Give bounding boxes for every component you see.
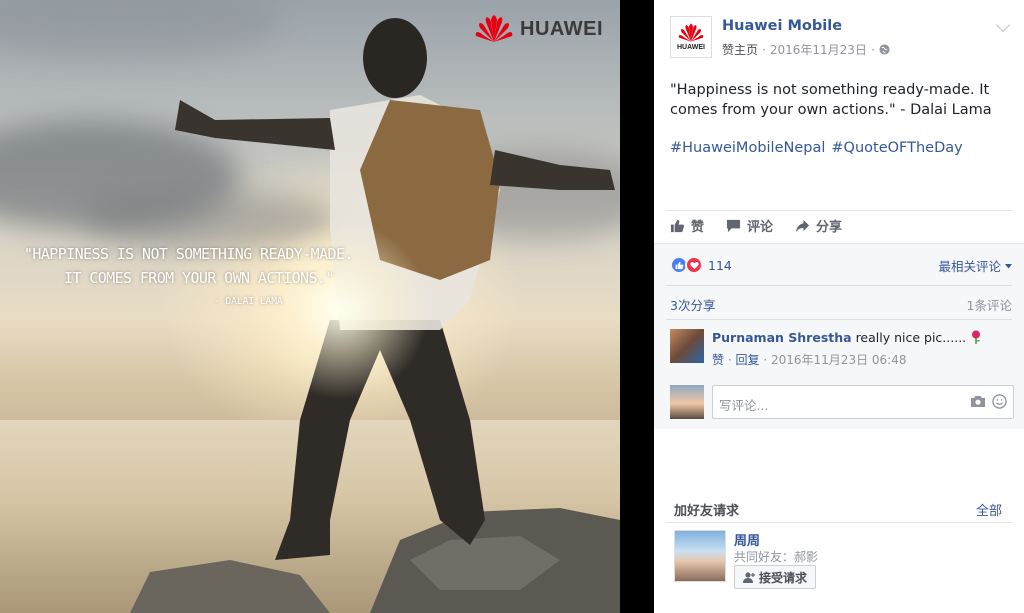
comment-timestamp[interactable]: 2016年11月23日 06:48 [771,353,906,367]
like-label: 赞 [691,220,705,235]
feedback-divider [666,319,1012,320]
comment-input-icons [970,394,1007,409]
rose-emoji-icon [972,330,981,344]
write-comment-row: 写评论... [670,385,1014,419]
share-label: 分享 [816,220,843,235]
like-button[interactable]: 赞 [670,216,704,235]
photo-panel-gap [620,0,654,613]
reaction-count: 114 [708,257,732,273]
friend-avatar[interactable] [674,530,726,582]
screenshot-root: HUAWEI "Happiness is not something ready… [0,0,1024,613]
camera-icon[interactable] [970,395,986,408]
thumbs-up-icon [670,219,685,232]
feedback-area: 114 最相关评论 3次分享 1条评论 Purnaman Shrestha re… [654,243,1024,429]
page-name-link[interactable]: Huawei Mobile [722,18,842,34]
like-page-link[interactable]: 赞主页 [722,41,758,58]
post-meta: 赞主页 · 2016年11月23日 · [722,41,890,58]
meta-separator: · [762,42,766,57]
comment-input[interactable]: 写评论... [712,385,1014,419]
post-date-link[interactable]: 2016年11月23日 [770,41,867,58]
meta-separator: · [763,353,768,367]
quote-author: - Dalai Lama [214,296,283,307]
commenter-avatar[interactable] [670,329,704,363]
see-all-link[interactable]: 全部 [976,500,1002,519]
huawei-logo: HUAWEI [474,14,603,44]
actions-divider [666,210,1012,211]
post-sidebar: HUAWEI Huawei Mobile 赞主页 · 2016年11月23日 ·… [654,0,1024,613]
huawei-wordmark: HUAWEI [520,17,603,40]
globe-icon [879,44,890,55]
huawei-flower-icon [678,23,704,42]
friend-requests-title: 加好友请求 [674,504,740,519]
comment-text: really nice pic...... [855,330,967,345]
hashtag-link[interactable]: #HuaweiMobileNepal [670,140,825,156]
photo-quote: "Happiness is not something ready-made. … [24,242,353,307]
emoji-smiley-icon[interactable] [992,394,1007,409]
comment-button[interactable]: 评论 [726,216,773,235]
meta-separator: · [870,42,875,57]
huawei-flower-icon [475,15,513,42]
page-avatar[interactable]: HUAWEI [670,16,712,58]
hashtag-link[interactable]: #QuoteOFTheDay [831,140,962,156]
comment-reply-link[interactable]: 回复 [736,353,760,367]
accept-request-button[interactable]: 接受请求 [734,565,817,589]
post-text: "Happiness is not something ready-made. … [670,82,992,118]
current-user-avatar [670,385,704,419]
quote-line-2: It comes from your own actions." [64,269,334,287]
sort-label: 最相关评论 [938,259,1002,274]
comment-sort-dropdown[interactable]: 最相关评论 [938,256,1012,275]
caret-down-icon [1005,264,1012,269]
comment-count: 1条评论 [966,298,1012,313]
add-friend-icon [743,571,755,583]
share-button[interactable]: 分享 [795,216,842,235]
comment-author-link[interactable]: Purnaman Shrestha [712,330,852,345]
comment-label: 评论 [747,220,774,235]
mutual-friends: 共同好友：郝影 [734,550,819,564]
share-arrow-icon [795,219,810,232]
post-hashtags: #HuaweiMobileNepal #QuoteOFTheDay [670,140,969,156]
post-actions: 赞 评论 分享 [670,216,842,235]
comment-input-placeholder: 写评论... [719,398,769,413]
accept-label: 接受请求 [759,570,808,585]
comment-like-link[interactable]: 赞 [712,353,724,367]
comment-body: Purnaman Shrestha really nice pic...... [712,330,982,345]
feedback-divider [666,285,1012,286]
quote-line-1: "Happiness is not something ready-made. [24,245,353,263]
reactions-summary[interactable]: 114 [670,256,732,274]
post-photo[interactable]: HUAWEI "Happiness is not something ready… [0,0,620,613]
comment-meta: 赞 · 回复 · 2016年11月23日 06:48 [712,351,906,368]
comment-icon [726,219,741,232]
meta-separator: · [727,353,732,367]
avatar-text: HUAWEI [677,44,705,51]
post-header: HUAWEI Huawei Mobile 赞主页 · 2016年11月23日 · [670,12,1016,60]
shares-link[interactable]: 3次分享 [670,295,715,314]
love-reaction-icon [685,256,703,274]
friend-requests-section: 加好友请求 全部 周周 共同好友：郝影 接受请求 [654,492,1024,613]
friend-name-link[interactable]: 周周 [734,530,760,549]
post-options-chevron-icon[interactable] [995,17,1011,33]
